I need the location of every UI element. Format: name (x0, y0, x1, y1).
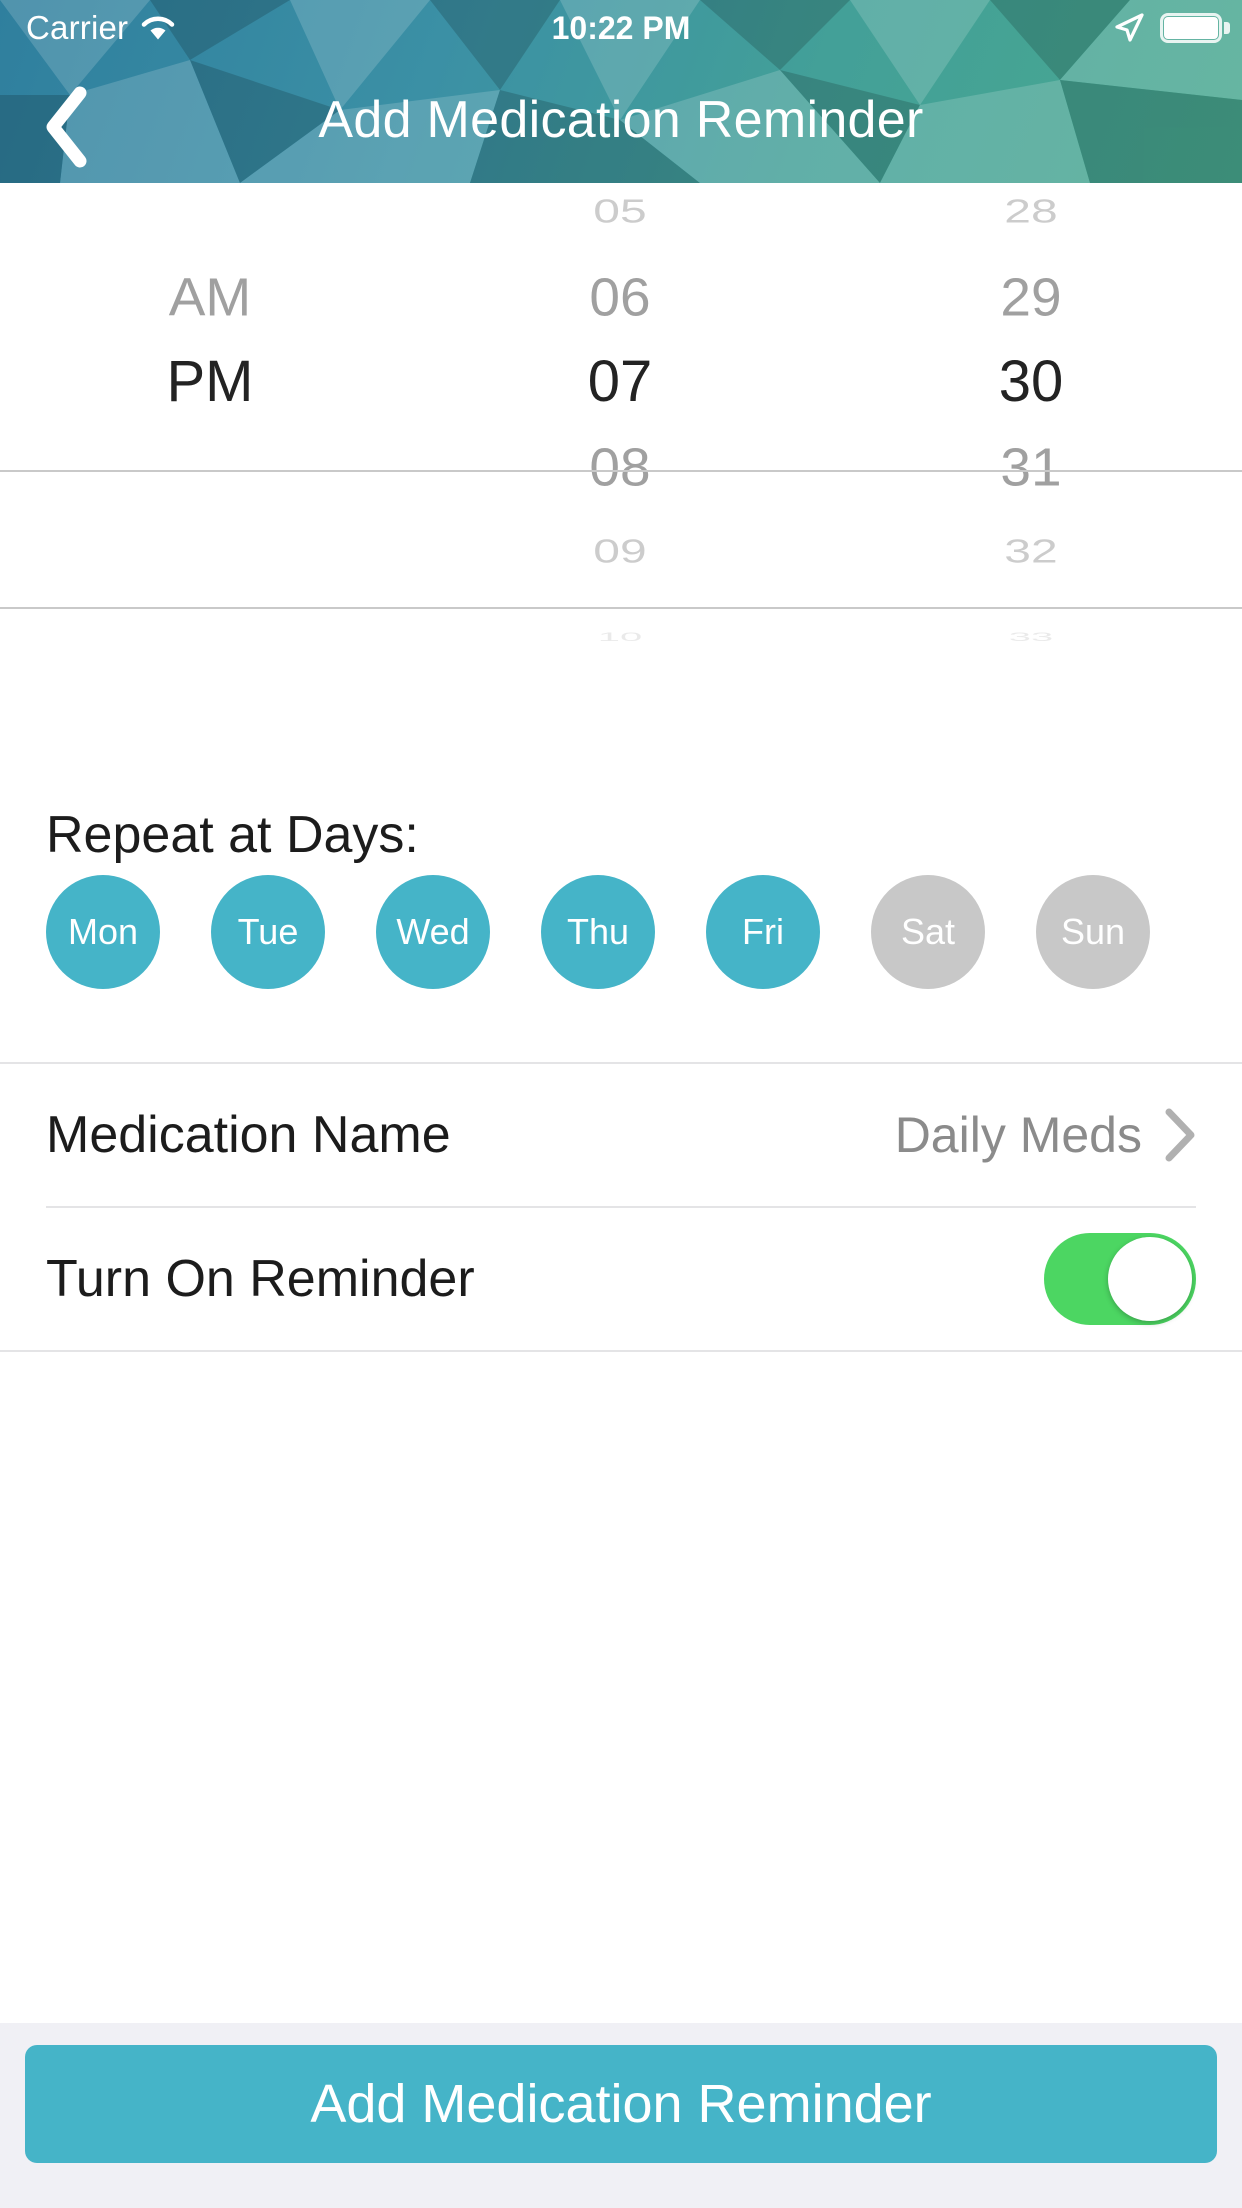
status-bar: Carrier 10:22 PM (0, 0, 1242, 56)
day-label: Fri (742, 911, 784, 952)
day-label: Tue (237, 911, 299, 952)
repeat-days-label: Repeat at Days: (46, 806, 419, 864)
status-bar-clock: 10:22 PM (551, 9, 691, 46)
picker-minute-item-selected[interactable]: 30 (820, 342, 1242, 422)
turn-on-reminder-label: Turn On Reminder (46, 1250, 475, 1308)
toggle-knob (1108, 1237, 1192, 1321)
picker-hour-item[interactable]: 10 (420, 625, 820, 649)
picker-selection-line-top (0, 470, 1242, 472)
picker-hour-item[interactable]: 09 (420, 524, 820, 580)
add-medication-reminder-button[interactable]: Add Medication Reminder (25, 2045, 1217, 2163)
day-label: Thu (566, 911, 630, 952)
picker-minute-item[interactable]: 28 (820, 184, 1242, 240)
picker-minute-item[interactable]: 31 (820, 428, 1242, 506)
medication-name-row[interactable]: Medication Name Daily Meds (0, 1064, 1242, 1206)
chevron-right-icon (1165, 1108, 1195, 1162)
picker-period-item[interactable]: AM (0, 258, 420, 336)
day-label: Mon (67, 911, 139, 952)
time-picker[interactable]: AMPM 04050607080910 27282930313233 (0, 183, 1242, 805)
bottom-action-bar: Add Medication Reminder (0, 2023, 1242, 2208)
day-toggle-fri[interactable]: Fri (706, 875, 820, 989)
turn-on-reminder-toggle[interactable] (1044, 1233, 1196, 1325)
day-toggle-sun[interactable]: Sun (1036, 875, 1150, 989)
medication-name-label: Medication Name (46, 1106, 451, 1164)
section-divider-bottom (0, 1350, 1242, 1352)
app-header: Carrier 10:22 PM Add Medication Reminder (0, 0, 1242, 183)
picker-hour-item[interactable]: 05 (420, 184, 820, 240)
picker-hour-item[interactable]: 06 (420, 258, 820, 336)
day-toggle-wed[interactable]: Wed (376, 875, 490, 989)
picker-hour-item[interactable]: 08 (420, 428, 820, 506)
picker-minute-item[interactable]: 29 (820, 258, 1242, 336)
picker-selection-line-bottom (0, 607, 1242, 609)
day-toggle-sat[interactable]: Sat (871, 875, 985, 989)
medication-name-value: Daily Meds (894, 1107, 1142, 1163)
day-toggle-tue[interactable]: Tue (211, 875, 325, 989)
location-arrow-icon (1115, 13, 1144, 42)
status-bar-right (1112, 11, 1230, 45)
picker-hour-item-selected[interactable]: 07 (420, 342, 820, 422)
day-toggle-mon[interactable]: Mon (46, 875, 160, 989)
add-medication-reminder-screen: Carrier 10:22 PM Add Medication Reminder… (0, 0, 1242, 2208)
repeat-days-selector[interactable]: Mon Tue Wed Thu Fri Sat Sun (0, 875, 1242, 1003)
day-label: Wed (396, 911, 470, 952)
picker-minute-item[interactable]: 32 (820, 524, 1242, 580)
page-title: Add Medication Reminder (318, 90, 924, 149)
navigation-bar: Add Medication Reminder (0, 56, 1242, 183)
battery-full-icon (1160, 13, 1230, 43)
time-picker-minute-column[interactable]: 27282930313233 (820, 183, 1242, 805)
day-toggle-thu[interactable]: Thu (541, 875, 655, 989)
time-picker-period-column[interactable]: AM PM (0, 183, 420, 805)
picker-minute-item[interactable]: 33 (820, 625, 1242, 649)
day-label: Sun (1060, 911, 1126, 952)
picker-period-item-selected[interactable]: PM (0, 342, 420, 422)
turn-on-reminder-row[interactable]: Turn On Reminder (0, 1208, 1242, 1350)
time-picker-hour-column[interactable]: 04050607080910 (420, 183, 820, 805)
day-label: Sat (900, 911, 956, 952)
